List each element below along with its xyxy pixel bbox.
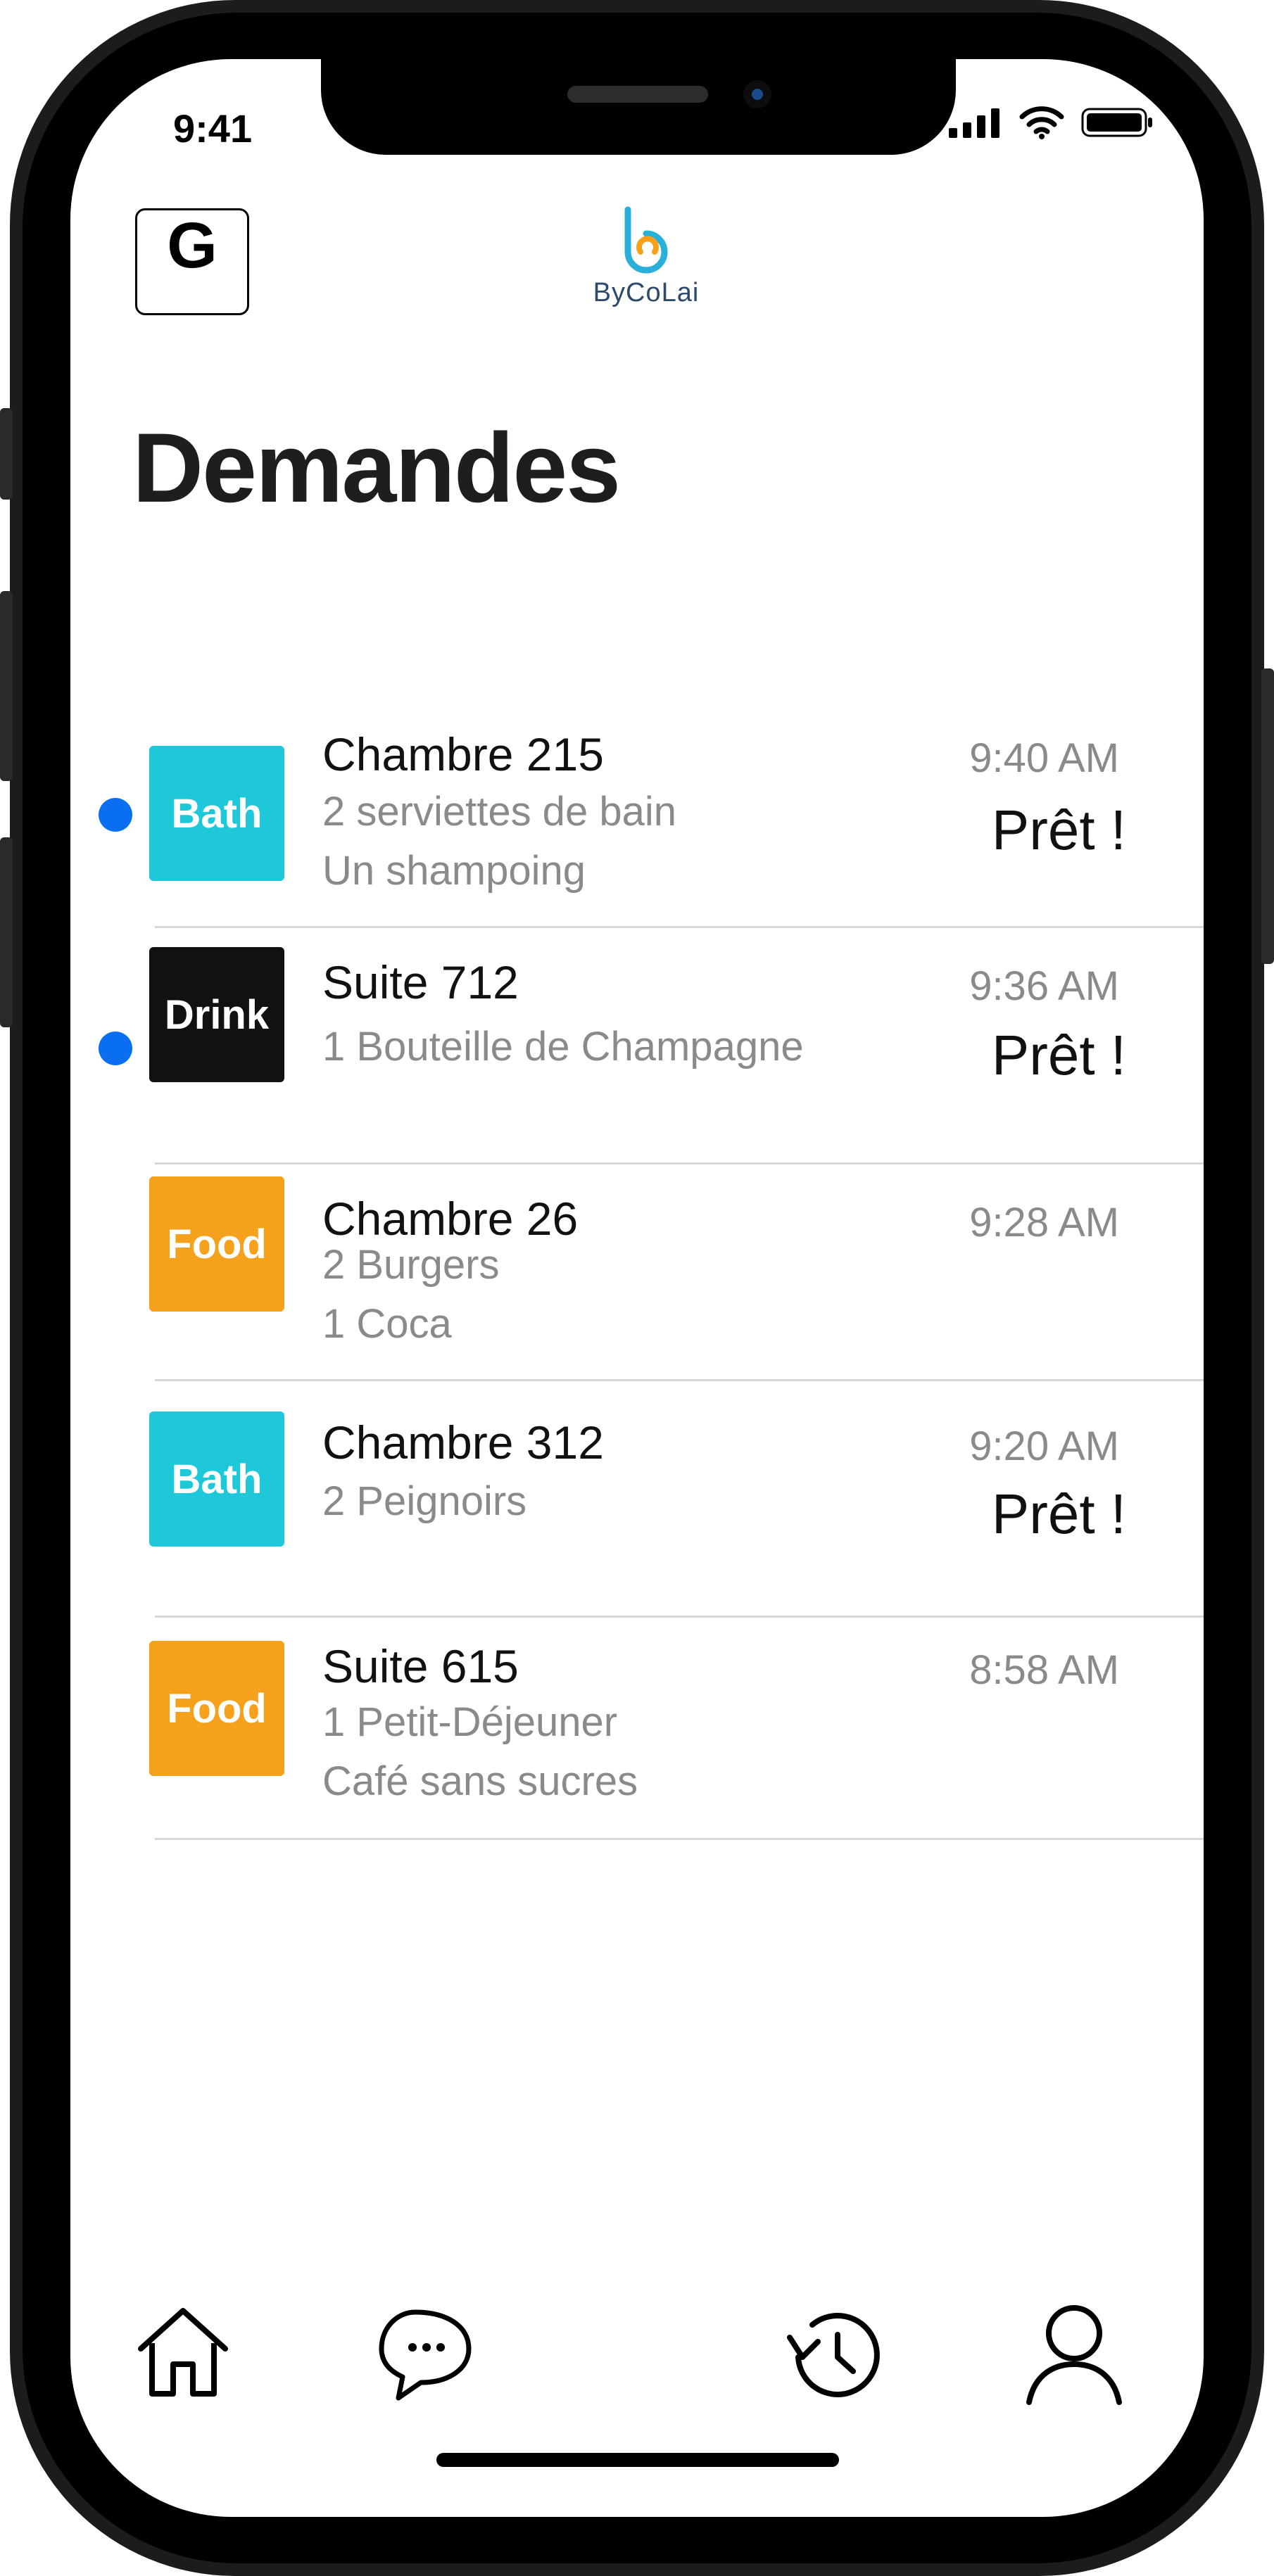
- category-label: Bath: [171, 1456, 263, 1502]
- request-detail: 2 serviettes de bain: [322, 789, 676, 835]
- room-name: Suite 615: [322, 1640, 519, 1692]
- logo-text: ByCoLai: [593, 278, 700, 307]
- unread-indicator: [99, 798, 132, 832]
- status-ready: Prêt !: [991, 799, 1126, 861]
- tab-messages[interactable]: [372, 2297, 484, 2409]
- request-detail: 2 Peignoirs: [322, 1478, 527, 1524]
- logo-mark-icon: [624, 206, 668, 274]
- bycolai-logo: ByCoLai: [569, 205, 724, 318]
- divider: [155, 1616, 1204, 1618]
- status-ready: Prêt !: [991, 1024, 1126, 1086]
- battery-icon: [1081, 108, 1152, 137]
- status-icons: [949, 106, 1154, 139]
- request-detail: 1 Bouteille de Champagne: [322, 1024, 804, 1070]
- category-badge: Bath: [149, 1411, 284, 1547]
- category-badge: Food: [149, 1176, 284, 1312]
- category-label: Bath: [171, 790, 263, 837]
- page-title: Demandes: [132, 412, 621, 523]
- category-label: Food: [167, 1685, 267, 1732]
- divider: [155, 1838, 1204, 1840]
- front-camera: [743, 80, 771, 108]
- tab-home[interactable]: [127, 2297, 239, 2409]
- request-detail: Café sans sucres: [322, 1758, 638, 1804]
- room-name: Chambre 26: [322, 1193, 579, 1245]
- room-name: Suite 712: [322, 956, 519, 1008]
- home-icon: [138, 2308, 228, 2397]
- divider: [155, 1162, 1204, 1165]
- request-time: 8:58 AM: [969, 1647, 1119, 1693]
- volume-down-button: [0, 837, 13, 1027]
- tab-history[interactable]: [777, 2297, 890, 2409]
- request-time: 9:28 AM: [969, 1200, 1119, 1245]
- request-time: 9:36 AM: [969, 963, 1119, 1009]
- status-ready: Prêt !: [991, 1483, 1126, 1545]
- category-badge: Food: [149, 1641, 284, 1776]
- tab-bar: [70, 2297, 1204, 2437]
- chat-icon: [379, 2309, 472, 2401]
- tab-profile[interactable]: [1018, 2297, 1130, 2409]
- volume-up-button: [0, 591, 13, 781]
- request-detail: 1 Petit-Déjeuner: [322, 1699, 618, 1745]
- status-time: 9:41: [173, 106, 253, 151]
- speaker-grille: [567, 86, 708, 103]
- request-detail: 2 Burgers: [322, 1242, 500, 1288]
- divider: [155, 1379, 1204, 1381]
- profile-icon: [1026, 2305, 1122, 2405]
- silent-switch: [0, 408, 13, 500]
- category-badge: Bath: [149, 746, 284, 881]
- category-label: Food: [167, 1221, 267, 1267]
- category-label: Drink: [164, 991, 270, 1038]
- request-detail: 1 Coca: [322, 1301, 452, 1347]
- power-button: [1261, 668, 1274, 964]
- room-name: Chambre 215: [322, 728, 604, 780]
- home-indicator: [436, 2453, 839, 2467]
- notch: [321, 59, 956, 155]
- history-icon: [787, 2313, 880, 2397]
- unread-indicator: [99, 1032, 132, 1065]
- profile-g-button[interactable]: G: [135, 208, 249, 315]
- request-detail: Un shampoing: [322, 848, 586, 894]
- screen: 9:41 G ByCoLai Demandes Bath Chambre 215…: [70, 59, 1204, 2517]
- divider: [155, 926, 1204, 928]
- category-badge: Drink: [149, 947, 284, 1082]
- signal-icon: [949, 108, 999, 138]
- wifi-icon: [1019, 106, 1064, 139]
- request-time: 9:20 AM: [969, 1423, 1119, 1469]
- request-time: 9:40 AM: [969, 735, 1119, 781]
- room-name: Chambre 312: [322, 1416, 604, 1468]
- profile-initial: G: [167, 210, 217, 281]
